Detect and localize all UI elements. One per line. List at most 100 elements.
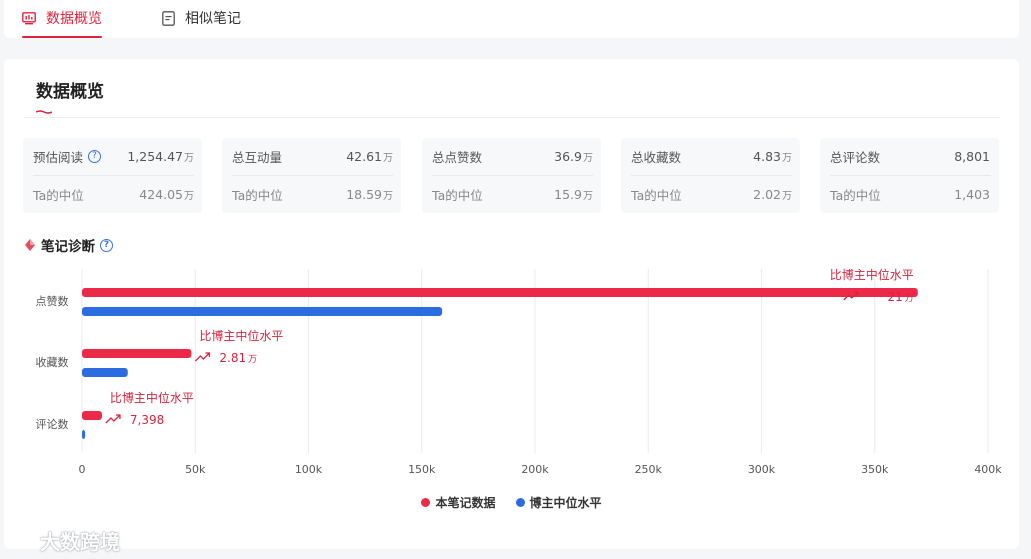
tab-label: 相似笔记: [185, 11, 241, 27]
stat-main-row: 总互动量 42.61万: [232, 138, 393, 176]
stat-main-row: 总评论数 8,801: [830, 138, 991, 176]
x-tick-label: 250k: [635, 463, 663, 476]
stat-card: 总点赞数 36.9万 Ta的中位 15.9万: [422, 138, 601, 213]
document-icon: [162, 10, 175, 26]
diagnosis-bar-chart: 0 50k 100k 150k 200k 250k 300k 350k 400k点赞数比博主中位…: [36, 267, 1003, 476]
stat-unit: 万: [383, 153, 393, 164]
chart-legend: 本笔记数据 博主中位水平: [4, 494, 1019, 511]
stat-sub-value-text: 15.9: [554, 187, 582, 202]
legend-item-median[interactable]: 博主中位水平: [515, 494, 602, 511]
watermark: 大数跨境: [6, 526, 120, 555]
annotation-value: 2.81 万: [194, 351, 257, 365]
stat-median-row: Ta的中位 18.59万: [232, 176, 393, 213]
bar-median: [82, 430, 86, 439]
bar-note: [82, 288, 918, 297]
y-category-label: 点赞数: [36, 295, 69, 308]
annotation-unit: 万: [905, 294, 914, 304]
bar-median: [82, 307, 443, 316]
stat-sub-value-text: 18.59: [346, 187, 382, 202]
stat-value-text: 36.9: [554, 149, 582, 164]
legend-label: 本笔记数据: [435, 496, 496, 510]
help-icon[interactable]: ?: [100, 238, 113, 252]
annotation-number: 2.81: [219, 351, 246, 365]
bar-median: [82, 368, 128, 377]
stat-value: 1,254.47万: [127, 149, 194, 164]
stat-median-row: Ta的中位 15.9万: [432, 176, 593, 213]
x-tick-label: 400k: [974, 463, 1002, 476]
stat-sub-unit: 万: [184, 191, 194, 202]
stat-value: 8,801: [954, 149, 991, 164]
stat-unit: 万: [583, 153, 593, 164]
watermark-text: 大数跨境: [40, 530, 120, 554]
stat-label-text: 总点赞数: [432, 150, 483, 165]
legend-dot-icon: [515, 498, 525, 507]
stat-sub-unit: 万: [782, 191, 792, 202]
stat-sub-label: Ta的中位: [830, 188, 881, 203]
trend-up-icon: [194, 352, 211, 362]
stat-sub-value-text: 424.05: [139, 187, 183, 202]
annotation-text: 比博主中位水平: [110, 390, 194, 405]
annotation-value-text: 7,398: [130, 413, 164, 427]
divider: [24, 117, 1000, 118]
stat-value-text: 1,254.47: [127, 149, 183, 164]
stat-sub-value: 1,403: [954, 187, 991, 202]
stat-label: 总互动量: [232, 147, 282, 166]
diamond-icon: [24, 239, 36, 251]
annotation-number: 21: [887, 290, 902, 304]
stat-median-row: Ta的中位 1,403: [830, 176, 991, 213]
stat-median-row: Ta的中位 424.05万: [33, 176, 194, 213]
stat-sub-unit: 万: [583, 191, 593, 202]
x-tick-label: 150k: [408, 463, 436, 476]
x-tick-label: 200k: [521, 463, 549, 476]
top-tab-bar: 数据概览 相似笔记: [4, 0, 1019, 38]
annotation-text: 比博主中位水平: [830, 267, 914, 282]
annotation-value: 7,398: [105, 413, 164, 427]
help-icon[interactable]: ?: [88, 150, 102, 163]
annotation-number: 7,398: [130, 413, 164, 427]
stat-sub-value-text: 1,403: [954, 187, 990, 202]
stat-sub-label: Ta的中位: [631, 188, 682, 203]
stat-sub-value: 18.59万: [346, 187, 393, 202]
stat-sub-value-text: 2.02: [753, 187, 781, 202]
monitor-chart-icon: [22, 11, 36, 25]
section-title: 笔记诊断 ?: [24, 235, 113, 255]
x-tick-label: 0: [79, 463, 86, 476]
y-category-label: 收藏数: [36, 355, 69, 369]
stat-label: 预估阅读?: [33, 147, 102, 166]
x-tick-label: 300k: [748, 463, 776, 476]
stat-unit: 万: [782, 153, 792, 164]
bar-note: [82, 349, 192, 358]
stat-value: 4.83万: [753, 149, 792, 164]
stat-sub-value: 2.02万: [753, 187, 792, 202]
stat-card: 总互动量 42.61万 Ta的中位 18.59万: [222, 138, 401, 213]
stat-value: 36.9万: [554, 149, 593, 164]
stat-label-text: 总收藏数: [631, 150, 682, 165]
stat-label: 总收藏数: [631, 147, 681, 166]
stat-sub-value: 424.05万: [139, 187, 194, 202]
stat-label-text: 总评论数: [830, 150, 881, 165]
x-tick-label: 50k: [185, 463, 206, 476]
stat-main-row: 总收藏数 4.83万: [631, 138, 792, 176]
stat-card: 预估阅读? 1,254.47万 Ta的中位 424.05万: [23, 138, 202, 213]
annotation-unit: 万: [248, 355, 257, 365]
annotation-text: 比博主中位水平: [199, 328, 283, 343]
stat-main-row: 预估阅读? 1,254.47万: [33, 138, 194, 176]
stat-value-text: 42.61: [346, 149, 382, 164]
tab-similar-notes[interactable]: 相似笔记: [162, 0, 241, 36]
stat-label: 总评论数: [830, 147, 880, 166]
tab-data-overview[interactable]: 数据概览: [22, 0, 102, 38]
watermark-logo-icon: [6, 527, 40, 554]
y-category-label: 评论数: [36, 417, 69, 431]
legend-dot-icon: [421, 498, 431, 507]
legend-item-note[interactable]: 本笔记数据: [421, 494, 496, 511]
stat-sub-value: 15.9万: [554, 187, 593, 202]
stat-card: 总收藏数 4.83万 Ta的中位 2.02万: [621, 138, 800, 213]
stat-sub-label: Ta的中位: [33, 188, 84, 203]
stat-label: 总点赞数: [432, 147, 482, 166]
stat-sub-label: Ta的中位: [432, 188, 483, 203]
bar-note: [82, 411, 102, 420]
stat-main-row: 总点赞数 36.9万: [432, 138, 593, 176]
stat-sub-label: Ta的中位: [232, 188, 283, 203]
annotation-value-text: 2.81 万: [219, 351, 257, 365]
stat-sub-unit: 万: [383, 191, 393, 202]
